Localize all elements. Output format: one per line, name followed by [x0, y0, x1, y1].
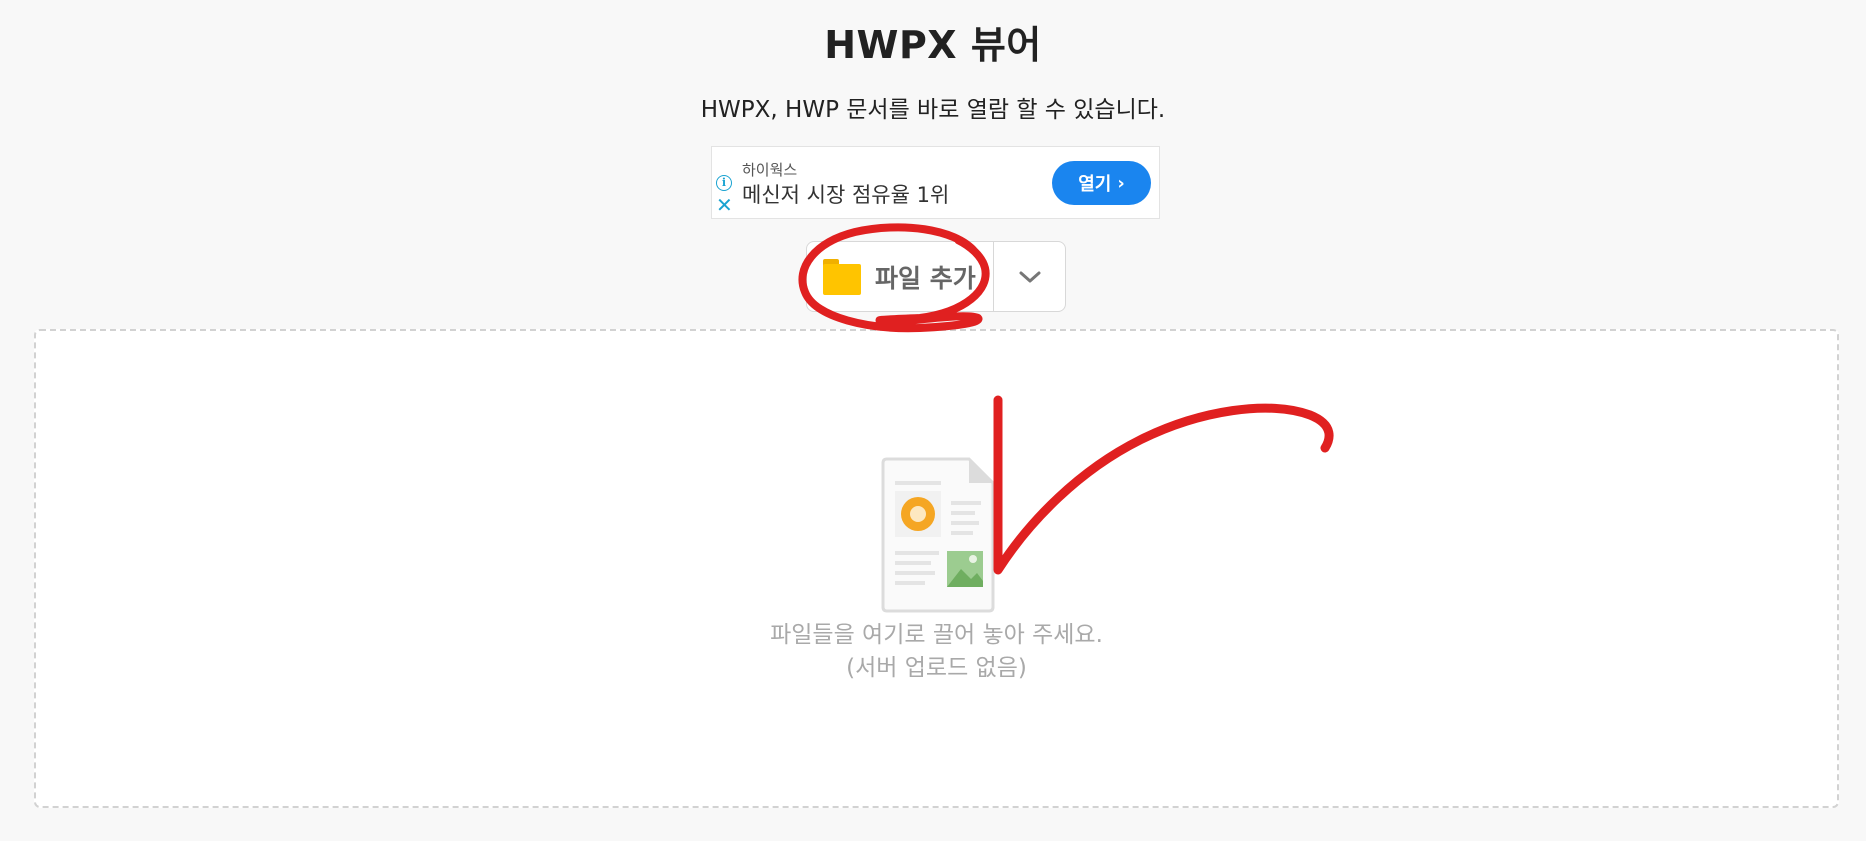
document-illustration-icon	[881, 457, 995, 613]
page-title: HWPX 뷰어	[824, 23, 1042, 67]
ad-open-button[interactable]: 열기 ›	[1052, 161, 1151, 205]
folder-icon	[823, 258, 861, 295]
close-icon[interactable]: ✕	[716, 195, 733, 215]
page-subtitle: HWPX, HWP 문서를 바로 열람 할 수 있습니다.	[700, 97, 1166, 123]
chevron-right-icon: ›	[1117, 172, 1125, 194]
drop-zone-hint-line1: 파일들을 여기로 끌어 놓아 주세요.	[770, 622, 1103, 648]
drop-zone-hint-line2: (서버 업로드 없음)	[846, 655, 1027, 681]
add-file-button[interactable]: 파일 추가	[807, 242, 994, 311]
add-file-label: 파일 추가	[875, 263, 976, 293]
chevron-down-icon	[1019, 271, 1040, 282]
drop-zone-hint: 파일들을 여기로 끌어 놓아 주세요. (서버 업로드 없음)	[36, 619, 1837, 685]
ad-text[interactable]: 메신저 시장 점유율 1위	[742, 179, 949, 209]
ad-brand: 하이웍스	[742, 161, 798, 179]
info-icon[interactable]: i	[716, 175, 732, 191]
file-drop-zone[interactable]: 파일들을 여기로 끌어 놓아 주세요. (서버 업로드 없음)	[34, 329, 1839, 808]
add-file-button-group: 파일 추가	[806, 241, 1066, 312]
ad-banner[interactable]: i ✕ 하이웍스 메신저 시장 점유율 1위 열기 ›	[711, 146, 1160, 219]
add-file-dropdown-toggle[interactable]	[994, 242, 1065, 311]
page: HWPX 뷰어 HWPX, HWP 문서를 바로 열람 할 수 있습니다. i …	[0, 0, 1866, 841]
ad-open-button-label: 열기	[1078, 174, 1112, 195]
